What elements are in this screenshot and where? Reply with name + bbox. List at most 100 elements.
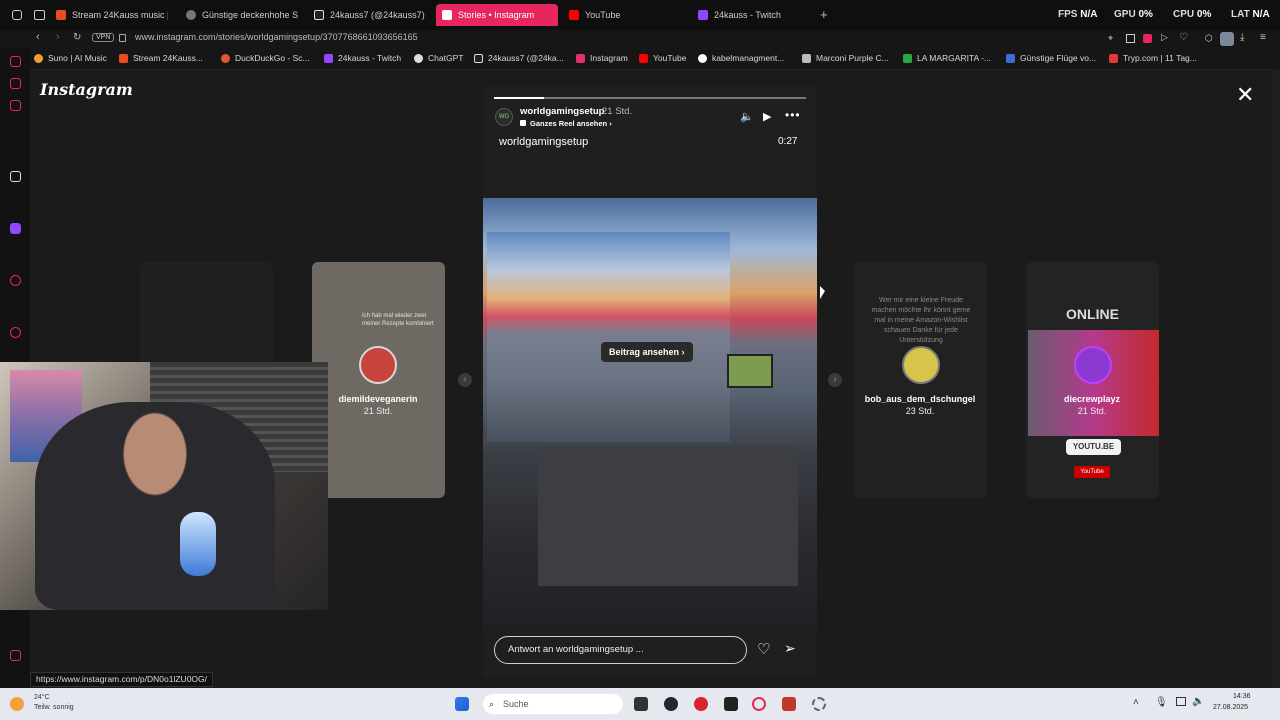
url-field[interactable]: www.instagram.com/stories/worldgamingset… <box>135 32 418 42</box>
story-time: 21 Std. <box>1077 406 1107 416</box>
reply-input[interactable]: Antwort an worldgamingsetup ... <box>494 636 747 664</box>
play-icon[interactable]: ▷ <box>1161 32 1168 43</box>
story-time: 21 Std. <box>363 406 393 416</box>
extensions-icon[interactable]: ⬡ <box>1205 33 1213 44</box>
bookmark-youtube[interactable]: YouTube <box>639 53 686 63</box>
tab-twitch[interactable]: 24kauss - Twitch <box>698 4 810 26</box>
volume-icon[interactable]: 🔈 <box>1192 696 1204 707</box>
sidebar-history-icon[interactable] <box>10 327 21 338</box>
like-icon[interactable]: ♡ <box>757 640 770 658</box>
bookmark-kabelmanagment[interactable]: kabelmanagment... <box>698 53 784 63</box>
avatar[interactable]: WG <box>495 108 513 126</box>
chevron-left-icon[interactable]: ‹ <box>458 373 472 387</box>
reload-icon[interactable]: ↻ <box>73 32 81 43</box>
chevron-right-icon[interactable]: › <box>828 373 842 387</box>
browser-tab-bar: Stream 24Kauss music | Günstige deckenho… <box>0 0 1280 30</box>
stat-label: GPU <box>1114 9 1136 20</box>
bookmark-label: Marconi Purple C... <box>816 53 889 63</box>
tab-deckenhohe[interactable]: Günstige deckenhohe Sc <box>186 4 298 26</box>
task-view-icon[interactable] <box>634 697 648 711</box>
globe-icon <box>186 10 196 20</box>
search-label: Suche <box>503 699 529 709</box>
taskbar-search[interactable]: ⌕ Suche <box>483 694 623 714</box>
play-icon[interactable]: ▶ <box>763 110 771 123</box>
steam-icon[interactable] <box>664 697 678 711</box>
epic-games-icon[interactable] <box>724 697 738 711</box>
avatar[interactable] <box>1220 32 1234 46</box>
instagram-logo[interactable]: Instagram <box>40 80 133 99</box>
windows-start-icon[interactable] <box>455 697 469 711</box>
shield-icon[interactable] <box>1143 34 1152 43</box>
menu-icon[interactable]: ≡ <box>1260 32 1266 43</box>
tab-manager-icon[interactable] <box>34 10 45 20</box>
app-red-icon[interactable] <box>694 697 708 711</box>
webcam-microphone <box>180 512 216 576</box>
send-icon[interactable]: ➢ <box>784 640 796 657</box>
clock-time[interactable]: 14:36 <box>1233 693 1251 700</box>
forward-icon[interactable]: › <box>56 31 60 43</box>
download-icon[interactable]: ⤓ <box>1240 32 1244 43</box>
bookmark-tryp[interactable]: Tryp.com | 11 Tag... <box>1109 53 1197 63</box>
bookmark-chatgpt[interactable]: ChatGPT <box>414 53 463 63</box>
bookmark-fluege[interactable]: Günstige Flüge vo... <box>1006 53 1096 63</box>
sidebar-aria-icon[interactable] <box>10 56 21 67</box>
sidebar-gx-icon[interactable] <box>10 650 21 661</box>
app-stack-icon[interactable] <box>782 697 796 711</box>
mute-icon[interactable]: 🔈 <box>740 110 754 123</box>
view-reel-link[interactable]: Ganzes Reel ansehen › <box>520 119 612 128</box>
sidebar-messenger-icon[interactable] <box>10 78 21 89</box>
tab-youtube[interactable]: YouTube <box>569 4 681 26</box>
bookmark-la-margarita[interactable]: LA MARGARITA -... <box>903 53 991 63</box>
story-monitor <box>727 354 773 388</box>
window-menu-icon[interactable] <box>12 10 22 20</box>
address-bar: ‹ › ↻ VPN www.instagram.com/stories/worl… <box>0 30 1280 48</box>
bookmark-suno[interactable]: Suno | AI Music <box>34 53 107 63</box>
story-username[interactable]: worldgamingsetup <box>520 106 604 117</box>
opera-gx-icon[interactable] <box>752 697 766 711</box>
active-story[interactable]: WG worldgamingsetup 21 Std. Ganzes Reel … <box>483 86 817 676</box>
tab-stories-instagram[interactable]: Stories • Instagram <box>436 4 558 26</box>
chevron-up-icon[interactable]: ˄ <box>1133 697 1139 708</box>
stat-fps: FPS N/A <box>1058 9 1097 20</box>
tab-label: 24kauss7 (@24kauss7) | <box>330 10 426 20</box>
settings-gear-icon[interactable] <box>812 697 826 711</box>
back-icon[interactable]: ‹ <box>36 31 40 43</box>
bookmark-tiktok[interactable]: 24kauss7 (@24ka... <box>474 53 564 63</box>
pin-icon[interactable]: ⌖ <box>1108 33 1113 44</box>
twitch-icon <box>324 53 333 63</box>
bookmark-stream-24kauss[interactable]: Stream 24Kauss... <box>119 53 203 63</box>
story-preview-diecrewplayz[interactable]: ONLINE YOUTU.BE YouTube <box>1026 262 1159 498</box>
microphone-icon[interactable]: 🎙 <box>1155 697 1168 708</box>
bookmark-marconi[interactable]: Marconi Purple C... <box>802 53 889 63</box>
clock-date[interactable]: 27.08.2025 <box>1213 704 1248 711</box>
reel-link-label: Ganzes Reel ansehen <box>530 119 608 128</box>
vpn-badge[interactable]: VPN <box>92 33 115 42</box>
stat-value: 0% <box>1138 9 1153 20</box>
twitch-icon <box>698 10 708 20</box>
tab-tiktok-24kauss7[interactable]: 24kauss7 (@24kauss7) | <box>314 4 426 26</box>
bookmark-instagram[interactable]: Instagram <box>576 53 628 63</box>
sidebar-player-icon[interactable] <box>10 100 21 111</box>
bookmark-twitch[interactable]: 24kauss - Twitch <box>324 53 401 63</box>
sidebar-twitch-icon[interactable] <box>10 223 21 234</box>
close-icon[interactable]: ✕ <box>1236 84 1254 106</box>
display-icon[interactable] <box>1176 697 1186 706</box>
tab-stream-24kauss[interactable]: Stream 24Kauss music | <box>56 4 168 26</box>
more-options-icon[interactable]: ••• <box>785 108 801 122</box>
story-preview-bob[interactable]: Wer mir eine kleine Freude machen möchte… <box>854 262 987 498</box>
bookmark-duckduckgo[interactable]: DuckDuckGo - Sc... <box>221 53 310 63</box>
view-post-button[interactable]: Beitrag ansehen › <box>601 342 693 362</box>
tab-label: 24kauss - Twitch <box>714 10 781 20</box>
bookmark-label: Stream 24Kauss... <box>133 53 203 63</box>
sidebar-player-circle-icon[interactable] <box>10 275 21 286</box>
new-tab-icon[interactable]: + <box>820 7 828 22</box>
story-preview-diemildeveganerin[interactable]: Ich hab mal wieder zwei meiner Rezepte k… <box>312 262 445 498</box>
soundcloud-icon <box>56 10 66 20</box>
heart-icon[interactable]: ♡ <box>1179 32 1188 43</box>
bookmark-label: Tryp.com | 11 Tag... <box>1123 53 1197 63</box>
sidebar-tiktok-icon[interactable] <box>10 171 21 182</box>
scrollbar[interactable] <box>1272 71 1280 688</box>
search-icon: ⌕ <box>489 699 495 709</box>
snapshot-icon[interactable] <box>1126 34 1135 43</box>
link-sticker[interactable]: YOUTU.BE <box>1066 439 1121 455</box>
